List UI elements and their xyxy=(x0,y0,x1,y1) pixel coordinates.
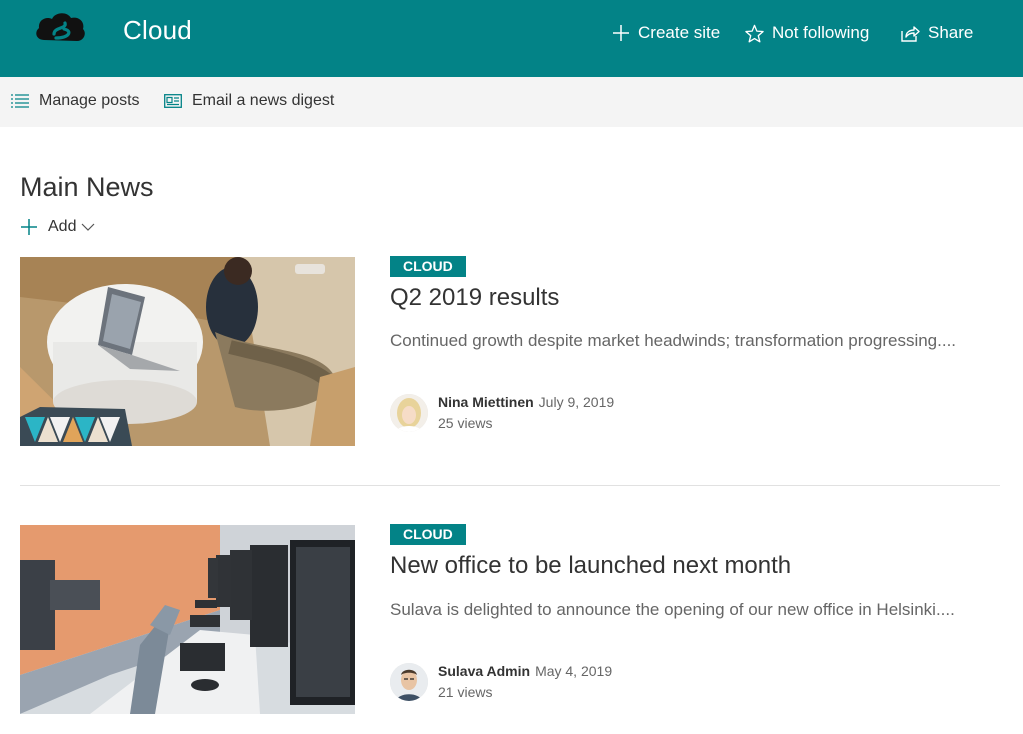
list-icon xyxy=(11,94,29,108)
news-author-info: Sulava Admin May 4, 2019 21 views xyxy=(390,663,612,701)
author-text: Sulava Admin May 4, 2019 21 views xyxy=(438,663,612,701)
news-description: Continued growth despite market headwind… xyxy=(390,331,957,350)
command-bar: Manage posts Email a news digest xyxy=(0,77,1023,127)
news-title[interactable]: New office to be launched next month xyxy=(390,552,791,580)
avatar[interactable] xyxy=(390,663,428,701)
news-thumbnail-laptop[interactable] xyxy=(20,257,355,446)
author-meta: Sulava Admin May 4, 2019 xyxy=(438,663,612,679)
category-badge[interactable]: CLOUD xyxy=(390,256,466,277)
author-meta: Nina Miettinen July 9, 2019 xyxy=(438,394,614,410)
site-header: Cloud Create site Not following Share xyxy=(0,0,1023,77)
follow-button[interactable]: Not following xyxy=(745,21,869,45)
share-label: Share xyxy=(928,23,974,42)
news-description: Sulava is delighted to announce the open… xyxy=(390,600,955,619)
publish-date: July 9, 2019 xyxy=(538,394,615,410)
plus-icon xyxy=(613,25,629,41)
view-count: 21 views xyxy=(438,684,493,700)
follow-label: Not following xyxy=(772,23,870,42)
category-badge[interactable]: CLOUD xyxy=(390,524,466,545)
manage-posts-button[interactable]: Manage posts xyxy=(11,92,140,110)
add-label: Add xyxy=(48,218,77,235)
plus-icon xyxy=(21,219,37,235)
star-icon xyxy=(745,24,764,42)
create-site-button[interactable]: Create site xyxy=(612,21,720,45)
news-divider xyxy=(20,485,1000,486)
site-title[interactable]: Cloud xyxy=(123,15,192,46)
share-icon xyxy=(901,25,920,42)
add-button[interactable]: Add xyxy=(20,218,95,236)
news-author-info: Nina Miettinen July 9, 2019 25 views xyxy=(390,394,614,432)
view-count: 25 views xyxy=(438,415,493,431)
news-thumbnail-office[interactable] xyxy=(20,525,355,714)
chevron-down-icon xyxy=(82,223,95,231)
newspaper-icon xyxy=(164,94,182,108)
site-logo-icon[interactable] xyxy=(34,10,86,48)
author-name[interactable]: Sulava Admin xyxy=(438,663,530,679)
author-text: Nina Miettinen July 9, 2019 25 views xyxy=(438,394,614,432)
publish-date: May 4, 2019 xyxy=(535,663,613,679)
author-name[interactable]: Nina Miettinen xyxy=(438,394,534,410)
email-digest-label: Email a news digest xyxy=(192,92,335,109)
share-button[interactable]: Share xyxy=(901,21,973,45)
create-site-label: Create site xyxy=(638,23,721,42)
avatar[interactable] xyxy=(390,394,428,432)
news-title[interactable]: Q2 2019 results xyxy=(390,284,559,312)
email-digest-button[interactable]: Email a news digest xyxy=(164,92,334,110)
section-title: Main News xyxy=(20,172,154,202)
manage-posts-label: Manage posts xyxy=(39,92,140,109)
